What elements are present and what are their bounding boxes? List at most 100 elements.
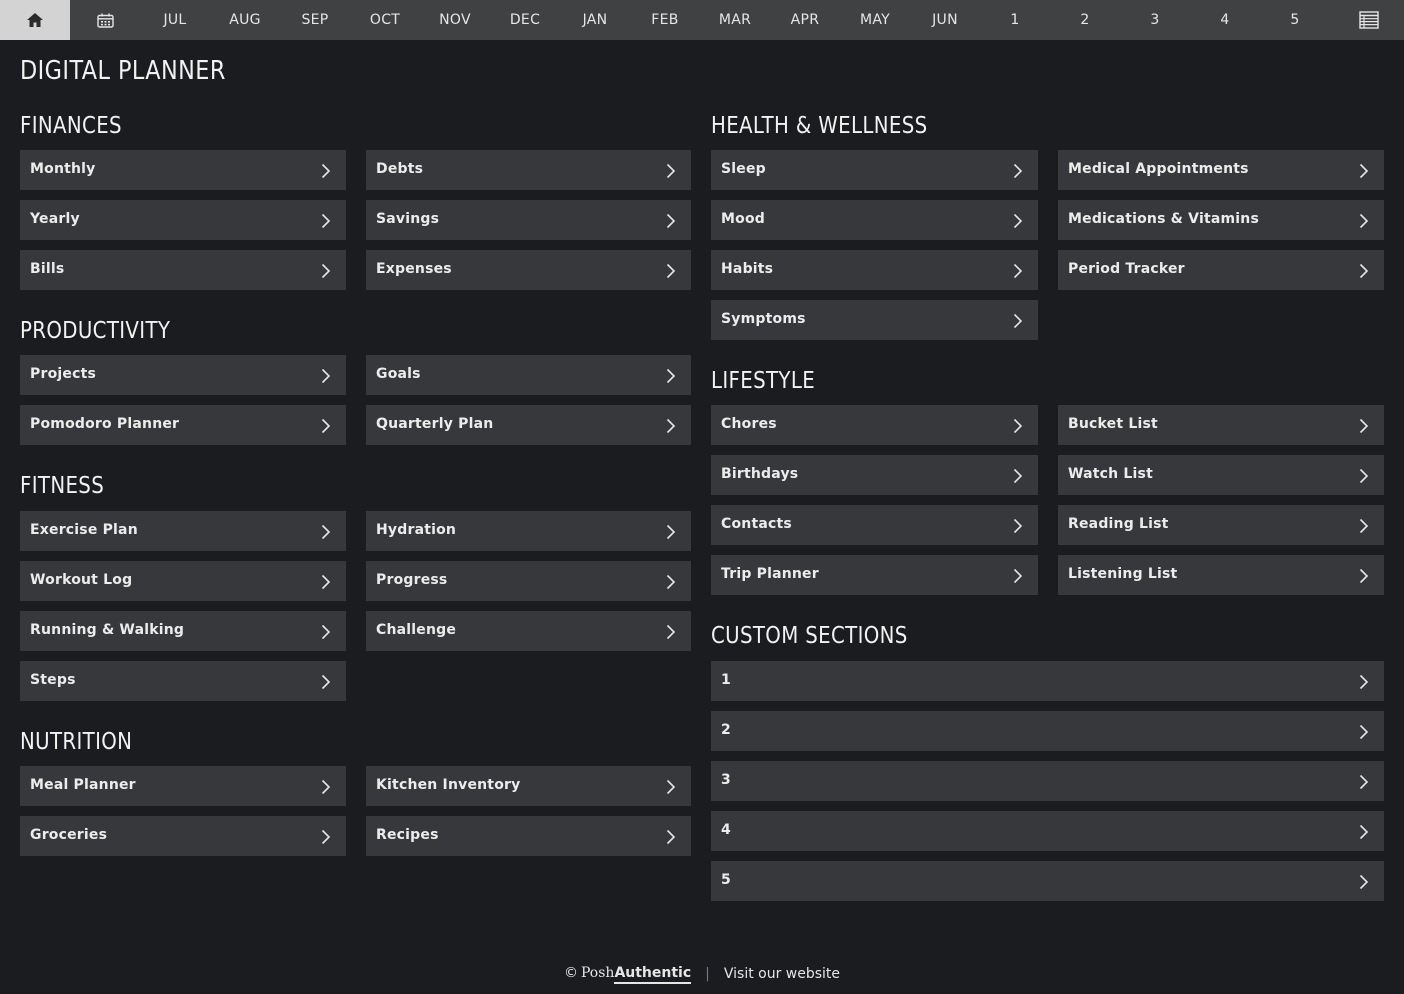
tile-label: Workout Log [30,571,133,588]
home-icon [27,13,43,27]
chevron-right-icon [666,418,676,434]
brand-logo[interactable]: © Posh Authentic [564,965,692,984]
tile-lifestyle-birthdays[interactable]: Birthdays [711,455,1038,495]
tile-health-symptoms[interactable]: Symptoms [711,300,1038,340]
tile-nutrition-groceries[interactable]: Groceries [20,816,346,856]
nav-item-jan[interactable]: JAN [560,0,630,40]
tile-health-medical-appointments[interactable]: Medical Appointments [1058,150,1384,190]
list-button[interactable] [1334,0,1404,40]
nav-item-may[interactable]: MAY [840,0,910,40]
nav-item-apr[interactable]: APR [770,0,840,40]
chevron-right-icon [1013,313,1023,329]
tile-label: Listening List [1068,565,1178,582]
tile-label: Recipes [376,826,439,843]
tile-fitness-running-and-walking[interactable]: Running & Walking [20,611,346,651]
visit-website-link[interactable]: Visit our website [724,966,840,982]
tile-health-habits[interactable]: Habits [711,250,1038,290]
tile-lifestyle-watch-list[interactable]: Watch List [1058,455,1384,495]
chevron-right-icon [1013,568,1023,584]
chevron-right-icon [666,779,676,795]
tile-fitness-challenge[interactable]: Challenge [366,611,691,651]
chevron-right-icon [1359,263,1369,279]
tile-finances-bills[interactable]: Bills [20,250,346,290]
tile-productivity-projects[interactable]: Projects [20,355,346,395]
chevron-right-icon [321,524,331,540]
chevron-right-icon [321,624,331,640]
tile-label: Groceries [30,826,108,843]
tile-fitness-workout-log[interactable]: Workout Log [20,561,346,601]
tile-label: Pomodoro Planner [30,415,180,432]
tile-label: Hydration [376,521,457,538]
tile-label: Debts [376,160,424,177]
tile-label: Reading List [1068,515,1169,532]
chevron-right-icon [1359,418,1369,434]
tile-fitness-exercise-plan[interactable]: Exercise Plan [20,511,346,551]
tile-lifestyle-bucket-list[interactable]: Bucket List [1058,405,1384,445]
calendar-button[interactable] [70,0,140,40]
nav-item-4[interactable]: 4 [1190,0,1260,40]
nav-item-mar[interactable]: MAR [700,0,770,40]
nav-item-dec[interactable]: DEC [490,0,560,40]
tile-lifestyle-contacts[interactable]: Contacts [711,505,1038,545]
nav-item-1[interactable]: 1 [980,0,1050,40]
tile-label: Progress [376,571,448,588]
chevron-right-icon [321,574,331,590]
tile-fitness-hydration[interactable]: Hydration [366,511,691,551]
tile-lifestyle-listening-list[interactable]: Listening List [1058,555,1384,595]
tile-label: Medications & Vitamins [1068,210,1259,227]
nav-item-3[interactable]: 3 [1120,0,1190,40]
nav-item-sep[interactable]: SEP [280,0,350,40]
footer-separator: | [705,966,710,982]
tile-fitness-steps[interactable]: Steps [20,661,346,701]
tile-label: 2 [721,721,731,738]
chevron-right-icon [1359,568,1369,584]
tile-lifestyle-trip-planner[interactable]: Trip Planner [711,555,1038,595]
tile-custom-5[interactable]: 5 [711,861,1384,901]
tile-finances-debts[interactable]: Debts [366,150,691,190]
tile-label: Birthdays [721,465,799,482]
nav-item-jun[interactable]: JUN [910,0,980,40]
tile-health-medications-and-vitamins[interactable]: Medications & Vitamins [1058,200,1384,240]
tile-custom-3[interactable]: 3 [711,761,1384,801]
tile-lifestyle-reading-list[interactable]: Reading List [1058,505,1384,545]
tile-label: Monthly [30,160,96,177]
tile-finances-yearly[interactable]: Yearly [20,200,346,240]
tile-productivity-goals[interactable]: Goals [366,355,691,395]
chevron-right-icon [1359,468,1369,484]
tile-custom-1[interactable]: 1 [711,661,1384,701]
tile-health-mood[interactable]: Mood [711,200,1038,240]
tile-label: Mood [721,210,765,227]
tile-health-period-tracker[interactable]: Period Tracker [1058,250,1384,290]
tile-nutrition-recipes[interactable]: Recipes [366,816,691,856]
tile-finances-savings[interactable]: Savings [366,200,691,240]
tile-custom-4[interactable]: 4 [711,811,1384,851]
chevron-right-icon [1359,774,1369,790]
tile-label: Contacts [721,515,792,532]
tile-label: Symptoms [721,310,806,327]
nav-item-jul[interactable]: JUL [140,0,210,40]
nav-item-nov[interactable]: NOV [420,0,490,40]
tile-finances-monthly[interactable]: Monthly [20,150,346,190]
tile-label: 4 [721,821,731,838]
nav-item-2[interactable]: 2 [1050,0,1120,40]
tile-label: Exercise Plan [30,521,138,538]
tile-productivity-quarterly-plan[interactable]: Quarterly Plan [366,405,691,445]
tile-label: Habits [721,260,774,277]
tile-nutrition-kitchen-inventory[interactable]: Kitchen Inventory [366,766,691,806]
chevron-right-icon [1359,163,1369,179]
tile-nutrition-meal-planner[interactable]: Meal Planner [20,766,346,806]
nav-item-feb[interactable]: FEB [630,0,700,40]
tile-health-sleep[interactable]: Sleep [711,150,1038,190]
nav-item-oct[interactable]: OCT [350,0,420,40]
nav-item-5[interactable]: 5 [1260,0,1330,40]
home-button[interactable] [0,0,70,40]
tile-lifestyle-chores[interactable]: Chores [711,405,1038,445]
tile-custom-2[interactable]: 2 [711,711,1384,751]
tile-fitness-progress[interactable]: Progress [366,561,691,601]
tile-finances-expenses[interactable]: Expenses [366,250,691,290]
tile-label: Steps [30,671,76,688]
tile-productivity-pomodoro-planner[interactable]: Pomodoro Planner [20,405,346,445]
page-title: DIGITAL PLANNER [20,56,226,86]
chevron-right-icon [666,213,676,229]
nav-item-aug[interactable]: AUG [210,0,280,40]
